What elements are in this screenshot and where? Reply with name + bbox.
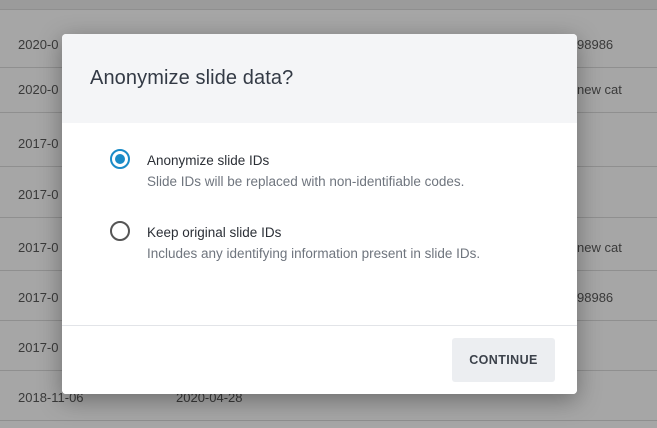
option-description: Slide IDs will be replaced with non-iden… [147,174,465,189]
table-cell: 2020-0 [18,37,59,52]
continue-button[interactable]: CONTINUE [452,338,555,382]
option-label: Keep original slide IDs [147,225,282,240]
table-cell: new cat [577,240,622,255]
table-top-edge [0,0,657,10]
radio-checked-icon[interactable] [110,149,130,169]
radio-unchecked-icon[interactable] [110,221,130,241]
table-cell: 2020-0 [18,82,59,97]
option-description: Includes any identifying information pre… [147,246,481,261]
option-anonymize-slide-ids[interactable]: Anonymize slide IDs Slide IDs will be re… [110,149,540,195]
table-cell: 2017-0 [18,240,59,255]
anonymize-dialog: Anonymize slide data? Anonymize slide ID… [62,34,577,394]
table-cell: 2017-0 [18,187,59,202]
option-label: Anonymize slide IDs [147,153,270,168]
dialog-footer: CONTINUE [62,325,577,394]
dialog-header: Anonymize slide data? [62,34,577,123]
table-cell: new cat [577,82,622,97]
table-cell: 2017-0 [18,340,59,355]
dialog-title: Anonymize slide data? [90,67,294,89]
table-cell: 98986 [577,37,614,52]
table-cell: 98986 [577,290,614,305]
table-cell: 2017-0 [18,136,59,151]
table-cell: 2017-0 [18,290,59,305]
dialog-body: Anonymize slide IDs Slide IDs will be re… [62,123,577,325]
option-keep-original-slide-ids[interactable]: Keep original slide IDs Includes any ide… [110,221,540,267]
